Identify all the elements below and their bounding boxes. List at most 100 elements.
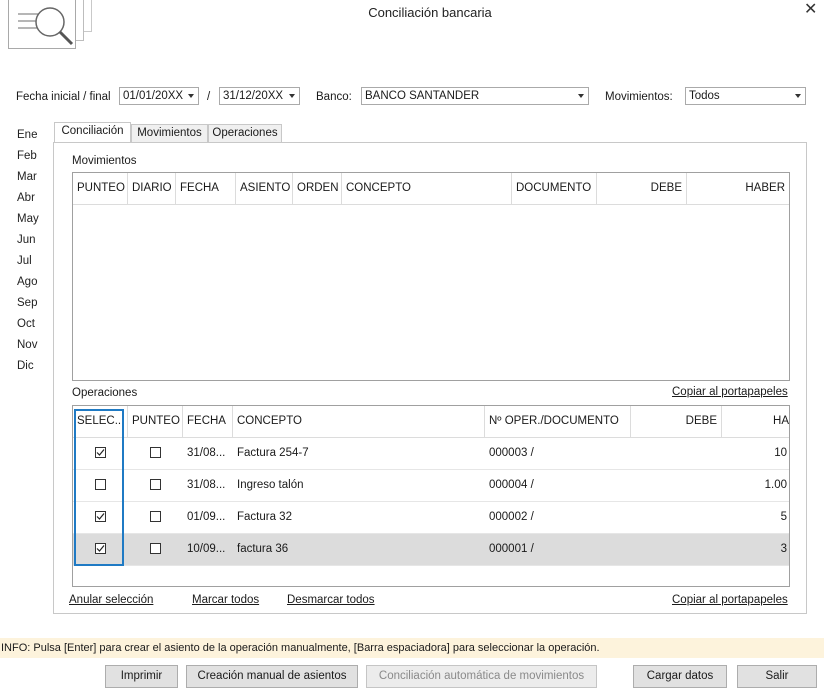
cell-debe bbox=[631, 502, 718, 533]
movimientos-grid[interactable]: PUNTEO DIARIO FECHA ASIENTO ORDEN CONCEP… bbox=[72, 172, 790, 381]
cell-documento: 000004 / bbox=[489, 479, 534, 491]
col-haber[interactable]: HA bbox=[722, 406, 789, 437]
col-haber[interactable]: HABER bbox=[687, 173, 789, 204]
col-asiento[interactable]: ASIENTO bbox=[236, 173, 293, 204]
checkmark-icon bbox=[96, 513, 105, 520]
creacion-manual-button[interactable]: Creación manual de asientos bbox=[186, 665, 358, 688]
month-abr[interactable]: Abr bbox=[17, 192, 35, 204]
cell-concepto: Factura 254-7 bbox=[237, 447, 309, 459]
punteo-checkbox[interactable] bbox=[150, 543, 161, 554]
desmarcar-todos-link[interactable]: Desmarcar todos bbox=[287, 594, 375, 606]
chevron-down-icon bbox=[578, 94, 584, 98]
cell-debe bbox=[631, 534, 718, 565]
cell-haber: 1.00 bbox=[764, 479, 787, 491]
col-orden[interactable]: ORDEN bbox=[293, 173, 342, 204]
checkmark-icon bbox=[96, 449, 105, 456]
movements-label: Movimientos: bbox=[605, 91, 673, 103]
table-row[interactable]: 31/08... Factura 254-7 000003 / 10 bbox=[73, 438, 789, 470]
cell-concepto: Ingreso talón bbox=[237, 479, 304, 491]
end-date-combo[interactable]: 31/12/20XX bbox=[219, 87, 300, 105]
cell-concepto: Factura 32 bbox=[237, 511, 292, 523]
bank-value: BANCO SANTANDER bbox=[365, 90, 480, 102]
copy-clipboard-link-bottom[interactable]: Copiar al portapapeles bbox=[672, 594, 788, 606]
month-jul[interactable]: Jul bbox=[17, 255, 32, 267]
col-documento[interactable]: DOCUMENTO bbox=[512, 173, 597, 204]
col-concepto[interactable]: CONCEPTO bbox=[342, 173, 512, 204]
bank-label: Banco: bbox=[316, 91, 352, 103]
cell-haber: 10 bbox=[774, 447, 787, 459]
cell-debe bbox=[631, 438, 718, 469]
month-nov[interactable]: Nov bbox=[17, 339, 37, 351]
end-date-value: 31/12/20XX bbox=[223, 90, 284, 102]
month-oct[interactable]: Oct bbox=[17, 318, 35, 330]
operaciones-section-label: Operaciones bbox=[72, 387, 138, 399]
cell-haber: 5 bbox=[780, 511, 787, 523]
cell-fecha: 01/09... bbox=[187, 511, 226, 523]
col-documento[interactable]: Nº OPER./DOCUMENTO bbox=[485, 406, 631, 437]
col-punteo[interactable]: PUNTEO bbox=[128, 406, 183, 437]
bank-select[interactable]: BANCO SANTANDER bbox=[361, 87, 589, 105]
cell-fecha: 31/08... bbox=[187, 479, 226, 491]
copy-clipboard-link-top[interactable]: Copiar al portapapeles bbox=[672, 386, 788, 398]
cell-concepto: factura 36 bbox=[237, 543, 289, 555]
date-separator: / bbox=[207, 91, 211, 103]
select-checkbox[interactable] bbox=[95, 511, 106, 522]
tab-conciliacion[interactable]: Conciliación bbox=[54, 122, 131, 142]
app-logo-icon bbox=[0, 0, 100, 50]
tab-operaciones[interactable]: Operaciones bbox=[208, 124, 282, 142]
marcar-todos-link[interactable]: Marcar todos bbox=[192, 594, 259, 606]
close-icon[interactable]: ✕ bbox=[804, 0, 817, 19]
table-row[interactable]: 01/09... Factura 32 000002 / 5 bbox=[73, 502, 789, 534]
cell-documento: 000003 / bbox=[489, 447, 534, 459]
col-fecha[interactable]: FECHA bbox=[176, 173, 236, 204]
cell-documento: 000002 / bbox=[489, 511, 534, 523]
month-ago[interactable]: Ago bbox=[17, 276, 37, 288]
month-mar[interactable]: Mar bbox=[17, 171, 37, 183]
cell-haber: 3 bbox=[780, 543, 787, 555]
month-may[interactable]: May bbox=[17, 213, 39, 225]
select-checkbox[interactable] bbox=[95, 479, 106, 490]
col-concepto[interactable]: CONCEPTO bbox=[233, 406, 485, 437]
month-ene[interactable]: Ene bbox=[17, 129, 37, 141]
date-range-label: Fecha inicial / final bbox=[16, 91, 111, 103]
month-sep[interactable]: Sep bbox=[17, 297, 37, 309]
movimientos-section-label: Movimientos bbox=[72, 155, 137, 167]
window-title: Conciliación bancaria bbox=[368, 5, 492, 20]
imprimir-button[interactable]: Imprimir bbox=[105, 665, 178, 688]
conciliacion-automatica-button[interactable]: Conciliación automática de movimientos bbox=[366, 665, 597, 688]
month-feb[interactable]: Feb bbox=[17, 150, 37, 162]
col-debe[interactable]: DEBE bbox=[597, 173, 687, 204]
info-bar: INFO: Pulsa [Enter] para crear el asient… bbox=[0, 638, 824, 658]
cargar-datos-button[interactable]: Cargar datos bbox=[633, 665, 727, 688]
month-jun[interactable]: Jun bbox=[17, 234, 36, 246]
start-date-combo[interactable]: 01/01/20XX bbox=[119, 87, 199, 105]
table-row-selected[interactable]: 10/09... factura 36 000001 / 3 bbox=[73, 534, 789, 566]
col-diario[interactable]: DIARIO bbox=[128, 173, 176, 204]
operaciones-grid[interactable]: SELEC... PUNTEO FECHA CONCEPTO Nº OPER./… bbox=[72, 405, 790, 587]
col-debe[interactable]: DEBE bbox=[631, 406, 722, 437]
chevron-down-icon bbox=[188, 94, 194, 98]
cell-fecha: 31/08... bbox=[187, 447, 226, 459]
month-dic[interactable]: Dic bbox=[17, 360, 34, 372]
punteo-checkbox[interactable] bbox=[150, 511, 161, 522]
movements-value: Todos bbox=[689, 90, 720, 102]
salir-button[interactable]: Salir bbox=[737, 665, 817, 688]
cell-documento: 000001 / bbox=[489, 543, 534, 555]
col-fecha[interactable]: FECHA bbox=[183, 406, 233, 437]
tab-movimientos[interactable]: Movimientos bbox=[131, 124, 208, 142]
cell-debe bbox=[631, 470, 718, 501]
table-row[interactable]: 31/08... Ingreso talón 000004 / 1.00 bbox=[73, 470, 789, 502]
punteo-checkbox[interactable] bbox=[150, 479, 161, 490]
punteo-checkbox[interactable] bbox=[150, 447, 161, 458]
col-punteo[interactable]: PUNTEO bbox=[73, 173, 128, 204]
chevron-down-icon bbox=[795, 94, 801, 98]
cell-fecha: 10/09... bbox=[187, 543, 226, 555]
anular-seleccion-link[interactable]: Anular selección bbox=[69, 594, 153, 606]
select-checkbox[interactable] bbox=[95, 447, 106, 458]
start-date-value: 01/01/20XX bbox=[123, 90, 184, 102]
checkmark-icon bbox=[96, 545, 105, 552]
select-checkbox[interactable] bbox=[95, 543, 106, 554]
col-seleccion[interactable]: SELEC... bbox=[73, 406, 128, 437]
chevron-down-icon bbox=[289, 94, 295, 98]
movements-select[interactable]: Todos bbox=[685, 87, 806, 105]
